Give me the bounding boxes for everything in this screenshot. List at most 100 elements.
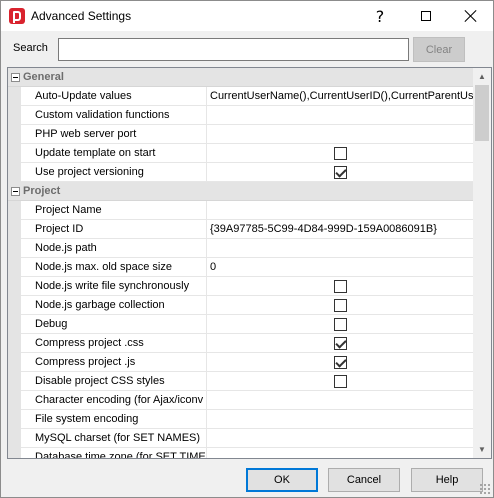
row-gutter [8, 429, 21, 448]
maximize-button[interactable] [403, 1, 449, 31]
scroll-thumb[interactable] [475, 85, 489, 141]
property-row[interactable]: Node.js max. old space size 0 [8, 258, 473, 277]
close-button[interactable] [448, 1, 494, 31]
property-value-cell[interactable] [208, 372, 473, 391]
property-row[interactable]: Debug [8, 315, 473, 334]
unchecked-checkbox[interactable] [334, 147, 347, 160]
property-value-cell[interactable] [208, 296, 473, 315]
property-value[interactable] [208, 429, 473, 448]
property-row[interactable]: PHP web server port [8, 125, 473, 144]
property-name: Node.js write file synchronously [21, 277, 207, 296]
row-gutter [8, 125, 21, 144]
property-row[interactable]: Node.js garbage collection [8, 296, 473, 315]
row-gutter [8, 410, 21, 429]
property-value[interactable]: 0 [208, 258, 473, 277]
advanced-settings-dialog: Advanced Settings ? Search Clear General… [0, 0, 494, 498]
property-row[interactable]: Character encoding (for Ajax/iconv [8, 391, 473, 410]
property-value-cell[interactable] [208, 144, 473, 163]
property-row[interactable]: Project Name [8, 201, 473, 220]
property-value-cell[interactable] [208, 334, 473, 353]
ok-button[interactable]: OK [246, 468, 318, 492]
category-label: Project [23, 185, 61, 197]
property-row[interactable]: Disable project CSS styles [8, 372, 473, 391]
row-gutter [8, 334, 21, 353]
property-value[interactable] [208, 201, 473, 220]
cancel-button[interactable]: Cancel [328, 468, 400, 492]
property-name: Custom validation functions [21, 106, 207, 125]
property-row[interactable]: Node.js path [8, 239, 473, 258]
close-icon [465, 10, 477, 22]
property-row[interactable]: Project ID {39A97785-5C99-4D84-999D-159A0… [8, 220, 473, 239]
property-value[interactable] [208, 448, 473, 458]
property-value[interactable] [208, 106, 473, 125]
property-row[interactable]: Update template on start [8, 144, 473, 163]
property-row[interactable]: Compress project .css [8, 334, 473, 353]
unchecked-checkbox[interactable] [334, 299, 347, 312]
property-value[interactable] [208, 391, 473, 410]
property-name: Database time zone (for SET TIME [21, 448, 207, 458]
property-name: Node.js max. old space size [21, 258, 207, 277]
property-row[interactable]: Node.js write file synchronously [8, 277, 473, 296]
property-name: Debug [21, 315, 207, 334]
property-value-cell[interactable] [208, 163, 473, 182]
property-row[interactable]: Auto-Update values CurrentUserName(),Curr… [8, 87, 473, 106]
row-gutter [8, 277, 21, 296]
row-gutter [8, 372, 21, 391]
row-gutter [8, 106, 21, 125]
help-title-button[interactable]: ? [357, 1, 403, 31]
scroll-up-icon[interactable]: ▲ [473, 68, 491, 85]
window-title: Advanced Settings [31, 9, 132, 23]
property-value-cell[interactable] [208, 353, 473, 372]
property-name: PHP web server port [21, 125, 207, 144]
property-row[interactable]: Database time zone (for SET TIME [8, 448, 473, 458]
row-gutter [8, 239, 21, 258]
resize-grip-icon[interactable] [479, 483, 491, 495]
unchecked-checkbox[interactable] [334, 280, 347, 293]
checked-checkbox[interactable] [334, 166, 347, 179]
property-name: Disable project CSS styles [21, 372, 207, 391]
collapse-icon[interactable] [11, 187, 20, 196]
property-name: Auto-Update values [21, 87, 207, 106]
property-name: File system encoding [21, 410, 207, 429]
property-value[interactable] [208, 410, 473, 429]
property-name: MySQL charset (for SET NAMES) [21, 429, 207, 448]
row-gutter [8, 258, 21, 277]
property-name: Node.js path [21, 239, 207, 258]
row-gutter [8, 220, 21, 239]
app-logo-icon [9, 8, 25, 24]
property-value[interactable] [208, 239, 473, 258]
property-value[interactable]: CurrentUserName(),CurrentUserID(),Curren… [208, 87, 473, 106]
vertical-scrollbar[interactable]: ▲ ▼ [473, 68, 491, 458]
clear-button[interactable]: Clear [413, 37, 465, 62]
row-gutter [8, 353, 21, 372]
unchecked-checkbox[interactable] [334, 375, 347, 388]
property-value-cell[interactable] [208, 277, 473, 296]
title-bar[interactable]: Advanced Settings ? [1, 1, 493, 31]
search-input[interactable] [58, 38, 409, 61]
property-row[interactable]: File system encoding [8, 410, 473, 429]
property-name: Character encoding (for Ajax/iconv [21, 391, 207, 410]
checked-checkbox[interactable] [334, 337, 347, 350]
maximize-icon [421, 11, 431, 21]
help-button[interactable]: Help [411, 468, 483, 492]
checked-checkbox[interactable] [334, 356, 347, 369]
property-row[interactable]: Compress project .js [8, 353, 473, 372]
category-row-project[interactable]: Project [8, 182, 473, 201]
property-value[interactable] [208, 125, 473, 144]
search-label: Search [13, 42, 48, 54]
property-name: Node.js garbage collection [21, 296, 207, 315]
property-value[interactable]: {39A97785-5C99-4D84-999D-159A0086091B} [208, 220, 473, 239]
property-value-cell[interactable] [208, 315, 473, 334]
category-row-general[interactable]: General [8, 68, 473, 87]
property-row[interactable]: Use project versioning [8, 163, 473, 182]
unchecked-checkbox[interactable] [334, 318, 347, 331]
row-gutter [8, 296, 21, 315]
collapse-icon[interactable] [11, 73, 20, 82]
category-label: General [23, 71, 64, 83]
property-row[interactable]: Custom validation functions [8, 106, 473, 125]
row-gutter [8, 87, 21, 106]
property-row[interactable]: MySQL charset (for SET NAMES) [8, 429, 473, 448]
property-name: Project Name [21, 201, 207, 220]
scroll-down-icon[interactable]: ▼ [473, 441, 491, 458]
property-name: Compress project .css [21, 334, 207, 353]
